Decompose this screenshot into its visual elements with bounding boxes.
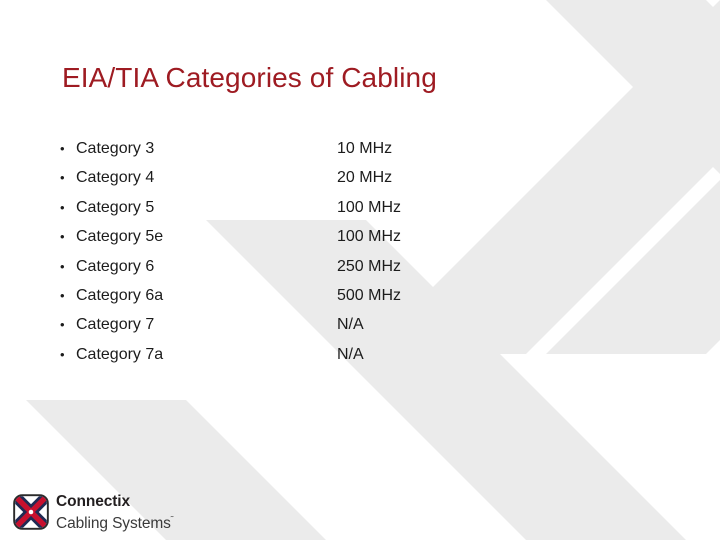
bullet-icon: • [60, 346, 65, 362]
category-label: • Category 6a [60, 281, 163, 310]
category-label: • Category 6 [60, 252, 154, 281]
bullet-icon: • [60, 199, 65, 215]
list-item: • Category 3 10 MHz [60, 134, 620, 163]
category-label: • Category 3 [60, 134, 154, 163]
logo-tagline-text: Cabling Systems [56, 515, 171, 533]
category-label: • Category 7 [60, 310, 154, 339]
logo-tagline: Cabling Systems˜ [56, 511, 186, 533]
trademark-icon: ˜ [170, 515, 174, 524]
category-text: Category 6a [76, 286, 164, 304]
category-text: Category 5e [76, 228, 164, 246]
category-label: • Category 4 [60, 163, 154, 192]
category-text: Category 6 [76, 257, 155, 275]
frequency-value: N/A [337, 316, 364, 334]
category-text: Category 4 [76, 169, 155, 187]
list-item: • Category 5 100 MHz [60, 193, 620, 222]
bullet-icon: • [60, 287, 65, 303]
bullet-icon: • [60, 170, 65, 186]
category-text: Category 7 [76, 316, 155, 334]
bullet-icon: • [60, 229, 65, 245]
logo-brand-name: Connectix [56, 493, 131, 510]
category-label: • Category 5e [60, 222, 163, 251]
list-item: • Category 7 N/A [60, 310, 620, 339]
list-item: • Category 4 20 MHz [60, 163, 620, 192]
category-text: Category 3 [76, 140, 155, 157]
bullet-icon: • [60, 141, 65, 156]
category-text: Category 7a [76, 345, 164, 363]
list-item: • Category 6a 500 MHz [60, 281, 620, 310]
category-label: • Category 5 [60, 193, 154, 222]
category-label: • Category 7a [60, 340, 163, 369]
frequency-value: 100 MHz [337, 198, 402, 216]
slide-canvas: EIA/TIA Categories of Cabling • Category … [0, 0, 720, 540]
frequency-value: 250 MHz [337, 257, 402, 275]
frequency-value: 100 MHz [337, 228, 402, 246]
logo-wordmark: Connectix Cabling Systems˜ [56, 493, 186, 533]
frequency-value: N/A [337, 345, 364, 363]
list-item: • Category 6 250 MHz [60, 252, 620, 281]
connectix-logo: Connectix Cabling Systems˜ [13, 493, 188, 533]
frequency-value: 500 MHz [337, 286, 402, 304]
bullet-icon: • [60, 317, 65, 333]
bullet-icon: • [60, 258, 65, 274]
category-text: Category 5 [76, 198, 155, 216]
frequency-value: 10 MHz [337, 140, 393, 157]
page-title: EIA/TIA Categories of Cabling [62, 62, 437, 93]
category-list: • Category 3 10 MHz • Category 4 20 MHz • C… [60, 134, 620, 369]
connectix-x-mark-icon [13, 494, 49, 530]
list-item: • Category 5e 100 MHz [60, 222, 620, 251]
frequency-value: 20 MHz [337, 169, 393, 187]
list-item: • Category 7a N/A [60, 340, 620, 369]
